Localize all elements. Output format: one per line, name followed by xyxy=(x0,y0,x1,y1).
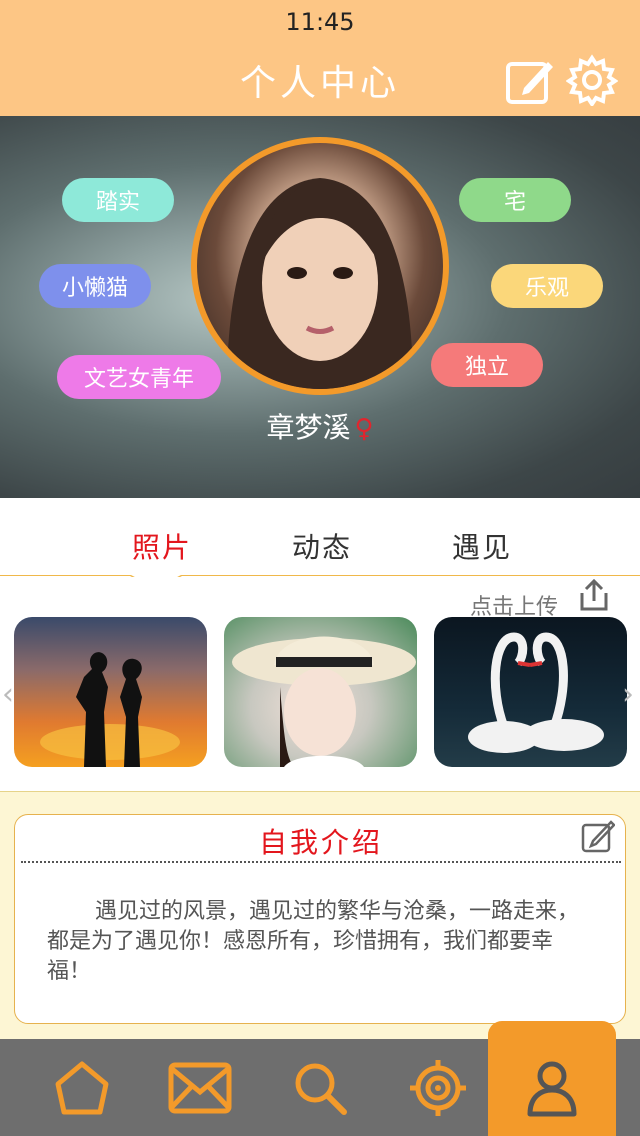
avatar-photo xyxy=(197,143,443,389)
profile-hero: 踏实 宅 小懒猫 乐观 文艺女青年 独立 章梦溪 ♀ xyxy=(0,116,640,498)
self-intro-section: 自我介绍 遇见过的风景，遇见过的繁华与沧桑，一路走来，都是为了遇见你！感恩所有，… xyxy=(0,791,640,1039)
photo-thumbnail[interactable] xyxy=(224,617,417,767)
target-icon xyxy=(410,1059,466,1116)
chevron-right-icon[interactable]: › xyxy=(622,677,634,712)
tab-encounter[interactable]: 遇见 xyxy=(452,526,512,566)
bottom-nav xyxy=(0,1021,640,1136)
tab-photos[interactable]: 照片 xyxy=(132,526,192,566)
photo-thumbnail[interactable] xyxy=(14,617,207,767)
tag-5[interactable]: 文艺女青年 xyxy=(57,355,221,399)
mail-icon xyxy=(168,1062,232,1113)
tag-3[interactable]: 小懒猫 xyxy=(39,264,151,308)
profile-icon xyxy=(527,1061,577,1116)
tag-4[interactable]: 乐观 xyxy=(491,264,603,308)
self-intro-text: 遇见过的风景，遇见过的繁华与沧桑，一路走来，都是为了遇见你！感恩所有，珍惜拥有，… xyxy=(47,899,580,984)
nav-home[interactable] xyxy=(18,1039,146,1136)
divider xyxy=(21,861,621,863)
status-time: 11:45 xyxy=(285,8,355,36)
nav-profile[interactable] xyxy=(488,1021,616,1136)
profile-name: 章梦溪 xyxy=(266,411,351,444)
search-icon xyxy=(295,1063,347,1115)
female-icon: ♀ xyxy=(354,414,374,444)
nav-search[interactable] xyxy=(256,1039,384,1136)
profile-name-row: 章梦溪 ♀ xyxy=(0,406,640,446)
edit-intro-icon[interactable] xyxy=(581,819,615,853)
nav-nearby[interactable] xyxy=(374,1039,502,1136)
avatar[interactable] xyxy=(191,137,449,395)
chevron-left-icon[interactable]: ‹ xyxy=(2,677,14,712)
tag-6[interactable]: 独立 xyxy=(431,343,543,387)
upload-icon[interactable] xyxy=(576,577,612,613)
tab-activity[interactable]: 动态 xyxy=(292,526,352,566)
tag-2[interactable]: 宅 xyxy=(459,178,571,222)
edit-icon xyxy=(506,62,553,104)
nav-messages[interactable] xyxy=(136,1039,264,1136)
photo-thumbnail[interactable] xyxy=(434,617,627,767)
self-intro-title: 自我介绍 xyxy=(258,826,383,859)
top-bar: 11:45 个人中心 xyxy=(0,0,640,116)
tag-1[interactable]: 踏实 xyxy=(62,178,174,222)
photo-gallery: 点击上传 ‹ › xyxy=(0,577,640,791)
gear-icon xyxy=(565,54,619,108)
self-intro-card: 自我介绍 遇见过的风景，遇见过的繁华与沧桑，一路走来，都是为了遇见你！感恩所有，… xyxy=(14,814,626,1024)
settings-button[interactable] xyxy=(565,54,619,108)
edit-profile-button[interactable] xyxy=(504,54,556,106)
tab-bar: 照片 动态 遇见 xyxy=(0,498,640,576)
home-icon xyxy=(55,1061,109,1114)
